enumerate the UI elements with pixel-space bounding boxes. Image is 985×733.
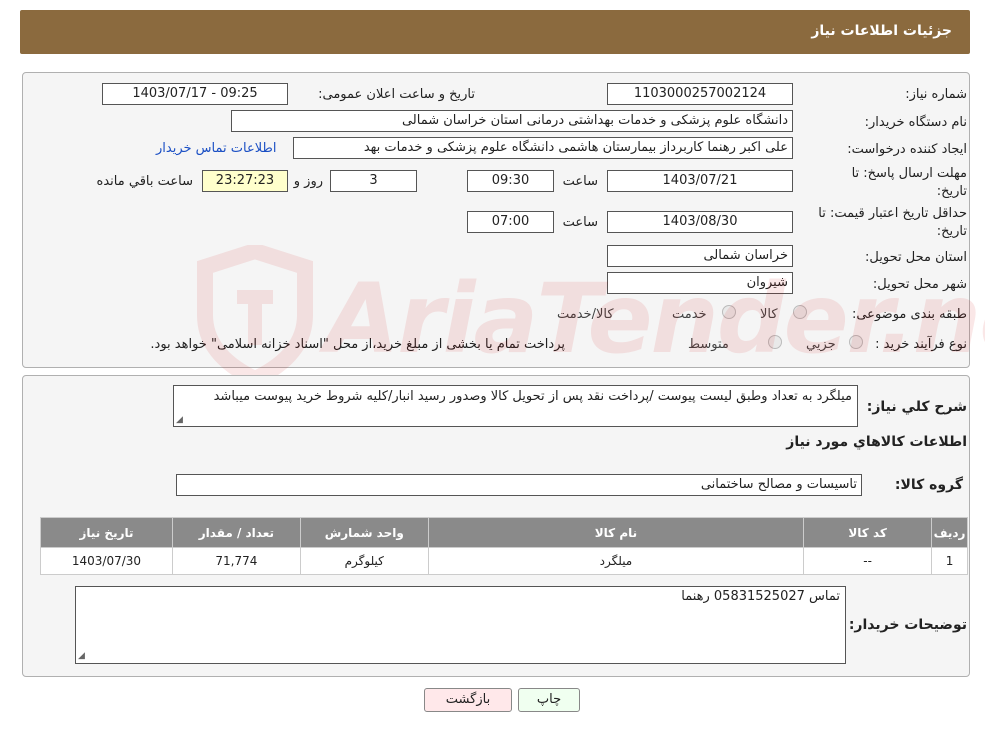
col-row: رديف: [931, 517, 968, 548]
deadline-label-date: تاریخ:: [936, 184, 967, 199]
items-heading: اطلاعات کالاهاي مورد نياز: [786, 434, 967, 450]
validity-label: حداقل تاریخ اعتبار قیمت: تا: [818, 206, 967, 221]
summary-textarea[interactable]: میلگرد به تعداد وطبق لیست پیوست /پرداخت …: [173, 385, 858, 427]
buyer-org-field: دانشگاه علوم پزشکی و خدمات بهداشتی درمان…: [231, 110, 793, 132]
cell-unit: کیلوگرم: [299, 547, 429, 575]
col-code: کد کالا: [803, 517, 933, 548]
remaining-time-field: 23:27:23: [202, 170, 288, 192]
deadline-time-field: 09:30: [467, 170, 554, 192]
buyer-notes-resize-grip[interactable]: ◢: [78, 652, 87, 661]
col-qty: تعداد / مقدار: [171, 517, 301, 548]
city-field: شیروان: [607, 272, 793, 294]
deadline-label: مهلت ارسال پاسخ: تا: [851, 166, 967, 181]
cell-name: میلگرد: [427, 547, 805, 575]
requester-label: ایجاد کننده درخواست:: [847, 142, 967, 157]
col-date: تاریخ نیاز: [40, 517, 173, 548]
process-medium-radio[interactable]: [768, 335, 782, 349]
category-service-label: خدمت: [672, 307, 707, 322]
process-note: پرداخت تمام یا بخشی از مبلغ خرید،از محل …: [150, 337, 565, 352]
group-label: گروه کالا:: [894, 477, 963, 493]
buyer-contact-link[interactable]: اطلاعات تماس خریدار: [156, 141, 276, 156]
items-table: رديف کد کالا نام کالا واحد شمارش تعداد /…: [40, 517, 968, 575]
city-label: شهر محل تحویل:: [872, 277, 967, 292]
province-label: استان محل تحویل:: [865, 250, 967, 265]
summary-resize-grip[interactable]: ◢: [176, 416, 185, 425]
table-row: 1 -- میلگرد کیلوگرم 71,774 1403/07/30: [40, 547, 968, 575]
days-label: روز و: [293, 174, 323, 189]
col-unit: واحد شمارش: [299, 517, 429, 548]
group-field: تاسیسات و مصالح ساختمانی: [176, 474, 862, 496]
items-table-header: رديف کد کالا نام کالا واحد شمارش تعداد /…: [40, 517, 968, 548]
category-goods-label: کالا: [760, 307, 778, 322]
print-button[interactable]: چاپ: [518, 688, 580, 712]
col-name: نام کالا: [427, 517, 805, 548]
requester-field: علی اکبر رهنما کاربرداز بیمارستان هاشمی …: [293, 137, 793, 159]
cell-date: 1403/07/30: [40, 547, 173, 575]
summary-label: شرح كلي نياز:: [866, 399, 967, 415]
announce-label: تاریخ و ساعت اعلان عمومی:: [318, 87, 475, 102]
buyer-notes-label: توضیحات خریدار:: [848, 617, 967, 633]
process-minor-label: جزیي: [806, 337, 836, 352]
process-minor-radio[interactable]: [849, 335, 863, 349]
remaining-label: ساعت باقي مانده: [96, 174, 193, 189]
validity-label-date: تاریخ:: [936, 224, 967, 239]
cell-code: --: [803, 547, 933, 575]
deadline-time-label: ساعت: [562, 174, 598, 189]
validity-time-field: 07:00: [467, 211, 554, 233]
announce-field: 1403/07/17 - 09:25: [102, 83, 288, 105]
cell-qty: 71,774: [171, 547, 301, 575]
category-goods-radio[interactable]: [793, 305, 807, 319]
back-button[interactable]: بازگشت: [424, 688, 512, 712]
buyer-notes-textarea[interactable]: تماس 05831525027 رهنما: [75, 586, 846, 664]
category-label: طبقه بندی موضوعی:: [851, 307, 967, 322]
buyer-org-label: نام دستگاه خریدار:: [864, 115, 967, 130]
cell-row: 1: [931, 547, 968, 575]
process-medium-label: متوسط: [688, 337, 729, 352]
deadline-date-field: 1403/07/21: [607, 170, 793, 192]
category-service-radio[interactable]: [722, 305, 736, 319]
category-goods-service-label: کالا/خدمت: [557, 307, 614, 322]
process-label: نوع فرآیند خرید :: [875, 337, 967, 352]
validity-date-field: 1403/08/30: [607, 211, 793, 233]
province-field: خراسان شمالی: [607, 245, 793, 267]
page-header: جزئیات اطلاعات نیاز: [20, 10, 970, 54]
need-number-label: شماره نیاز:: [905, 87, 967, 102]
validity-time-label: ساعت: [562, 215, 598, 230]
need-number-field: 1103000257002124: [607, 83, 793, 105]
days-field: 3: [330, 170, 417, 192]
page-title: جزئیات اطلاعات نیاز: [811, 23, 952, 39]
